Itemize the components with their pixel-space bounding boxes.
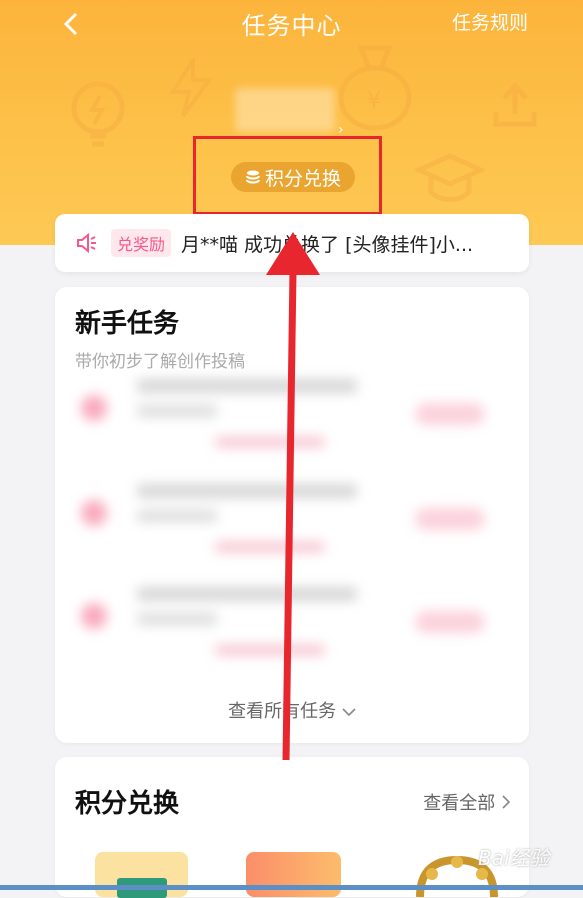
speaker-icon [77,232,96,254]
notice-message: 月**喵 成功兑换了 [头像挂件]小... [181,233,474,256]
exchange-item-thumbnail[interactable] [95,852,188,898]
newbie-tasks-card: 新手任务 带你初步了解创作投稿 查看所有任务 [55,287,529,743]
see-all-button[interactable]: 查看全部 [423,789,511,815]
see-all-label: 查看全部 [423,793,496,814]
graduation-cap-icon [415,153,485,202]
annotation-highlight-box [193,136,382,215]
points-exchange-title: 积分兑换 [75,789,180,819]
watermark-text: Bai经验 [478,846,550,870]
user-name-blurred [235,88,335,132]
chevron-down-icon [342,708,356,717]
view-all-tasks-label: 查看所有任务 [228,701,337,722]
reward-notice-bar[interactable]: 兑奖励 月**喵 成功兑换了 [头像挂件]小... [55,214,529,272]
list-item [65,365,525,465]
chevron-right-icon [502,795,511,809]
task-rules-link[interactable]: 任务规则 [452,8,528,35]
points-exchange-card: 积分兑换 查看全部 [55,757,529,898]
task-list-blurred [65,365,525,685]
exchange-item-thumbnail[interactable] [246,852,341,897]
newbie-tasks-title: 新手任务 [75,309,180,339]
list-item [65,470,525,570]
svg-text:¥: ¥ [367,89,381,114]
notice-tag: 兑奖励 [111,229,172,257]
view-all-tasks-button[interactable]: 查看所有任务 [55,697,529,723]
upload-icon [493,82,537,127]
lightning-icon [169,58,213,118]
list-item [65,573,525,673]
money-bag-icon: ¥ [338,45,412,130]
bottom-edge [0,885,583,890]
lightbulb-icon [71,81,125,147]
